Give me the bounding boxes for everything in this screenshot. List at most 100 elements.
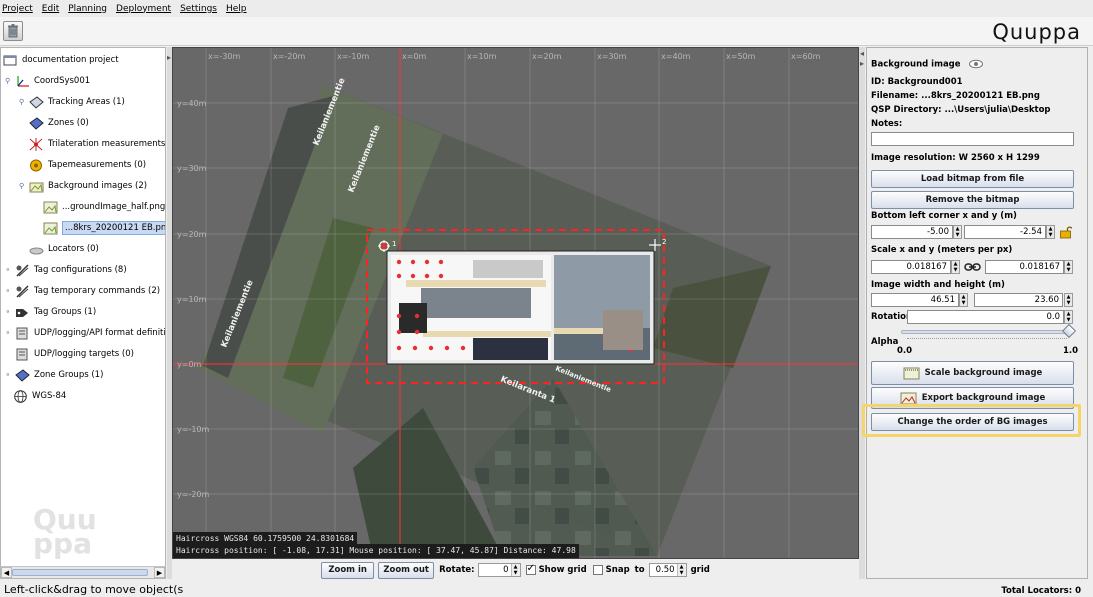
alpha-slider-track[interactable] xyxy=(901,330,1069,334)
corner-y-spinner[interactable]: ▲ ▼ xyxy=(1046,225,1055,239)
tree-item-project[interactable]: documentation project xyxy=(3,51,119,69)
floor-plan-image[interactable] xyxy=(386,250,655,365)
spinner-arrows[interactable]: ▲ ▼ xyxy=(676,564,686,576)
globe-icon xyxy=(14,389,27,403)
height-spinner[interactable]: ▲ ▼ xyxy=(1064,293,1073,307)
snap-value[interactable]: 0.50 xyxy=(650,565,677,575)
zone-group-icon xyxy=(15,368,30,382)
snap-to-label: to xyxy=(634,565,645,575)
eye-icon[interactable] xyxy=(968,59,984,69)
tape-measure-icon xyxy=(30,159,42,171)
expand-toggle[interactable]: ⚬ xyxy=(5,329,11,337)
tree-item-label: Tapemeasurements (0) xyxy=(48,160,147,170)
tree-item-bg-image-1[interactable]: ...groundImage_half.png xyxy=(43,198,165,216)
corner-x-spinner[interactable]: ▲ ▼ xyxy=(953,225,962,239)
tree-item-label: WGS-84 xyxy=(32,391,67,401)
tree-item-wgs84[interactable]: WGS-84 xyxy=(13,387,66,405)
rotate-spinner[interactable]: 0 ▲ ▼ xyxy=(477,563,521,577)
menu-deployment[interactable]: Deployment xyxy=(116,4,171,14)
expand-toggle[interactable]: ⚬ xyxy=(5,287,11,295)
tree-item-label: Locators (0) xyxy=(48,244,99,254)
expand-right-arrow[interactable]: ▸ xyxy=(860,59,864,68)
width-input[interactable]: 46.51 xyxy=(871,293,959,307)
tree-item-label: Zones (0) xyxy=(48,118,89,128)
menu-project[interactable]: Project xyxy=(2,4,33,14)
scale-x-spinner[interactable]: ▲ ▼ xyxy=(951,260,960,274)
tree-item-udp-format-definitions[interactable]: UDP/logging/API format definitions ( xyxy=(15,324,165,342)
snap-checkbox[interactable] xyxy=(592,565,603,575)
collapse-toggle[interactable]: ⚲ xyxy=(5,77,10,85)
collapse-toggle[interactable]: ⚲ xyxy=(19,182,24,190)
x-tick-label: x=-30m xyxy=(208,52,241,61)
expand-toggle[interactable]: ⚬ xyxy=(5,308,11,316)
collapse-left-arrow[interactable]: ▸ xyxy=(167,53,171,62)
tree-item-zone-groups[interactable]: Zone Groups (1) xyxy=(15,366,103,384)
lock-icon[interactable] xyxy=(1059,225,1072,239)
rotation-spinner[interactable]: ▲ ▼ xyxy=(1064,310,1073,324)
scale-x-input[interactable]: 0.018167 xyxy=(871,260,951,274)
height-input[interactable]: 23.60 xyxy=(974,293,1063,307)
x-tick-label: x=60m xyxy=(791,52,821,61)
scale-background-button[interactable]: Scale background image xyxy=(871,361,1074,385)
zoom-out-button[interactable]: Zoom out xyxy=(378,561,435,579)
corner-x-input[interactable]: -5.00 xyxy=(871,225,953,239)
spinner-arrows[interactable]: ▲ ▼ xyxy=(510,564,520,576)
tree-item-tag-groups[interactable]: Tag Groups (1) xyxy=(15,303,96,321)
corner-marker-2-label: 2 xyxy=(662,238,666,246)
trilateration-icon xyxy=(29,137,43,151)
tree-item-label: Tag configurations (8) xyxy=(34,265,127,275)
collapse-right-arrow[interactable]: ◂ xyxy=(860,49,864,58)
corner-y-input[interactable]: -2.54 xyxy=(964,225,1046,239)
scale-y-input[interactable]: 0.018167 xyxy=(985,260,1064,274)
zoom-in-button[interactable]: Zoom in xyxy=(321,561,375,579)
menu-help[interactable]: Help xyxy=(226,4,247,14)
tree-item-locators[interactable]: Locators (0) xyxy=(29,240,99,258)
delete-button[interactable] xyxy=(3,21,23,41)
tree-item-label: ...groundImage_half.png xyxy=(62,202,166,212)
quuppa-watermark: Quu ppa xyxy=(33,503,97,560)
rotate-value[interactable]: 0 xyxy=(479,565,511,575)
tree-item-tag-configurations[interactable]: Tag configurations (8) xyxy=(15,261,127,279)
udp-format-icon xyxy=(16,327,28,339)
remove-bitmap-button[interactable]: Remove the bitmap xyxy=(871,191,1074,209)
x-tick-label: x=0m xyxy=(402,52,427,61)
tree-horizontal-scrollbar[interactable]: ◀ ▶ xyxy=(1,566,165,578)
alpha-slider-thumb[interactable] xyxy=(1061,323,1077,339)
tree-item-tracking-areas[interactable]: Tracking Areas (1) xyxy=(29,93,125,111)
tree-item-zones[interactable]: Zones (0) xyxy=(29,114,89,132)
image-file-icon xyxy=(43,222,58,234)
notes-input[interactable] xyxy=(871,132,1074,146)
tree-item-tapemeasurements[interactable]: Tapemeasurements (0) xyxy=(29,156,146,174)
rotate-label: Rotate: xyxy=(439,565,475,575)
menu-settings[interactable]: Settings xyxy=(180,4,217,14)
width-spinner[interactable]: ▲ ▼ xyxy=(959,293,968,307)
tree-item-udp-targets[interactable]: UDP/logging targets (0) xyxy=(15,345,134,363)
tree-item-trilateration[interactable]: Trilateration measurements (0 xyxy=(29,135,165,153)
tree-item-label: Tracking Areas (1) xyxy=(48,97,125,107)
corner-marker-1-label: 1 xyxy=(392,240,396,248)
tree-item-label-selected: ...8krs_20200121 EB.png xyxy=(62,221,165,235)
load-bitmap-button[interactable]: Load bitmap from file xyxy=(871,170,1074,188)
scroll-right-arrow[interactable]: ▶ xyxy=(154,567,165,578)
show-grid-checkbox[interactable] xyxy=(525,563,536,575)
image-filename: Filename: ...8krs_20200121 EB.png xyxy=(871,91,1040,101)
rotation-input[interactable]: 0.0 xyxy=(907,310,1064,324)
menu-edit[interactable]: Edit xyxy=(42,4,59,14)
tree-item-coordsys[interactable]: CoordSys001 xyxy=(15,72,90,90)
expand-toggle[interactable]: ⚬ xyxy=(5,371,11,379)
scale-y-spinner[interactable]: ▲ ▼ xyxy=(1064,260,1073,274)
tree-item-bg-image-2[interactable]: ...8krs_20200121 EB.png xyxy=(43,219,165,237)
right-splitter[interactable]: ◂ ▸ xyxy=(859,47,865,579)
expand-toggle[interactable]: ⚬ xyxy=(5,266,11,274)
menu-planning[interactable]: Planning xyxy=(68,4,107,14)
scroll-left-arrow[interactable]: ◀ xyxy=(1,567,12,578)
tree-item-background-images[interactable]: Background images (2) xyxy=(29,177,147,195)
scrollbar-thumb[interactable] xyxy=(12,569,148,576)
collapse-toggle[interactable]: ⚲ xyxy=(19,98,24,106)
y-tick-label: y=-20m xyxy=(177,490,210,499)
tree-item-tag-temporary-commands[interactable]: Tag temporary commands (2) xyxy=(15,282,160,300)
chain-link-icon[interactable] xyxy=(964,261,981,273)
snap-spinner[interactable]: 0.50 ▲ ▼ xyxy=(648,563,687,577)
rotation-label: Rotation xyxy=(871,312,913,322)
map-canvas[interactable]: 1 2 Keilaniementie Keilaniementie Keilan… xyxy=(172,47,859,559)
